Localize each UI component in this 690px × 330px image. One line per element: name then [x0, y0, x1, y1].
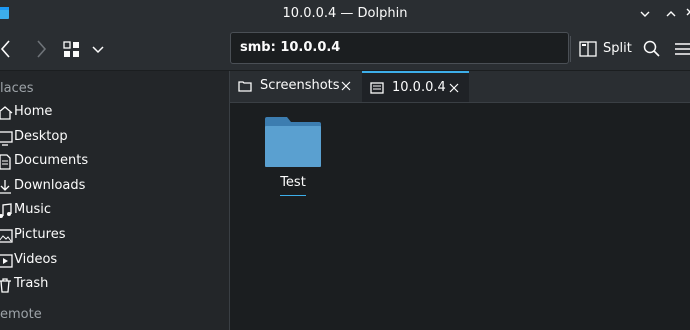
maximize-icon[interactable] [662, 5, 680, 23]
split-label: Split [603, 41, 632, 56]
location-path: smb: 10.0.0.4 [240, 40, 341, 55]
search-icon[interactable] [642, 39, 662, 59]
sidebar-item-label: Downloads [14, 178, 86, 193]
close-tab-icon[interactable] [448, 82, 460, 94]
hamburger-menu-icon[interactable] [672, 39, 690, 59]
sidebar-item-label: Videos [14, 252, 58, 267]
sidebar-item-label: Desktop [14, 129, 68, 144]
home-icon [0, 106, 13, 120]
sidebar-item-music[interactable]: Music [0, 199, 228, 223]
tab-bar: Screenshots 10.0.0.4 [230, 71, 690, 103]
minimize-icon[interactable] [636, 5, 654, 23]
sidebar-item-downloads[interactable]: Downloads [0, 175, 228, 199]
remote-heading: emote [0, 307, 42, 322]
places-heading: laces [0, 81, 34, 96]
split-icon [579, 41, 597, 57]
sidebar-item-pictures[interactable]: Pictures [0, 224, 228, 248]
downloads-icon [0, 180, 11, 194]
pictures-icon [0, 229, 13, 243]
file-view: Test [230, 103, 690, 330]
close-tab-icon[interactable] [340, 80, 352, 92]
videos-icon [0, 254, 13, 268]
sidebar-item-documents[interactable]: Documents [0, 150, 228, 174]
view-mode-icon[interactable] [60, 36, 86, 62]
view-mode-dropdown-icon[interactable] [86, 36, 112, 62]
folder-icon [265, 117, 321, 167]
tab-label: Screenshots [260, 78, 340, 93]
tab-screenshots[interactable]: Screenshots [230, 71, 360, 102]
sidebar-item-videos[interactable]: Videos [0, 249, 228, 273]
sidebar-item-desktop[interactable]: Desktop [0, 126, 228, 150]
sidebar-item-label: Home [14, 104, 53, 119]
desktop-icon [0, 131, 13, 146]
focus-underline [280, 195, 306, 196]
tab-10-0-0-4[interactable]: 10.0.0.4 [362, 71, 469, 102]
network-drive-icon [370, 82, 384, 94]
back-button[interactable] [0, 36, 20, 62]
folder-name: Test [280, 175, 306, 190]
sidebar-item-trash[interactable]: Trash [0, 273, 228, 297]
location-bar[interactable]: smb: 10.0.0.4 [230, 32, 569, 64]
trash-icon [0, 278, 11, 293]
sidebar-item-home[interactable]: Home [0, 101, 228, 125]
toolbar-separator [570, 36, 571, 62]
folder-item[interactable]: Test [262, 115, 324, 200]
sidebar-item-label: Trash [14, 276, 49, 291]
title-bar: 10.0.0.4 — Dolphin [0, 0, 690, 28]
tab-label: 10.0.0.4 [392, 80, 446, 95]
window-title: 10.0.0.4 — Dolphin [282, 6, 408, 21]
places-panel: laces Home Desktop Documents Downloads M… [0, 71, 230, 330]
forward-button[interactable] [28, 36, 54, 62]
sidebar-item-label: Documents [14, 153, 89, 168]
folder-icon [238, 81, 252, 92]
music-icon [0, 203, 12, 218]
close-window-icon[interactable] [684, 5, 690, 23]
sidebar-item-label: Music [14, 202, 51, 217]
sidebar-item-label: Pictures [14, 227, 66, 242]
documents-icon [0, 154, 11, 170]
